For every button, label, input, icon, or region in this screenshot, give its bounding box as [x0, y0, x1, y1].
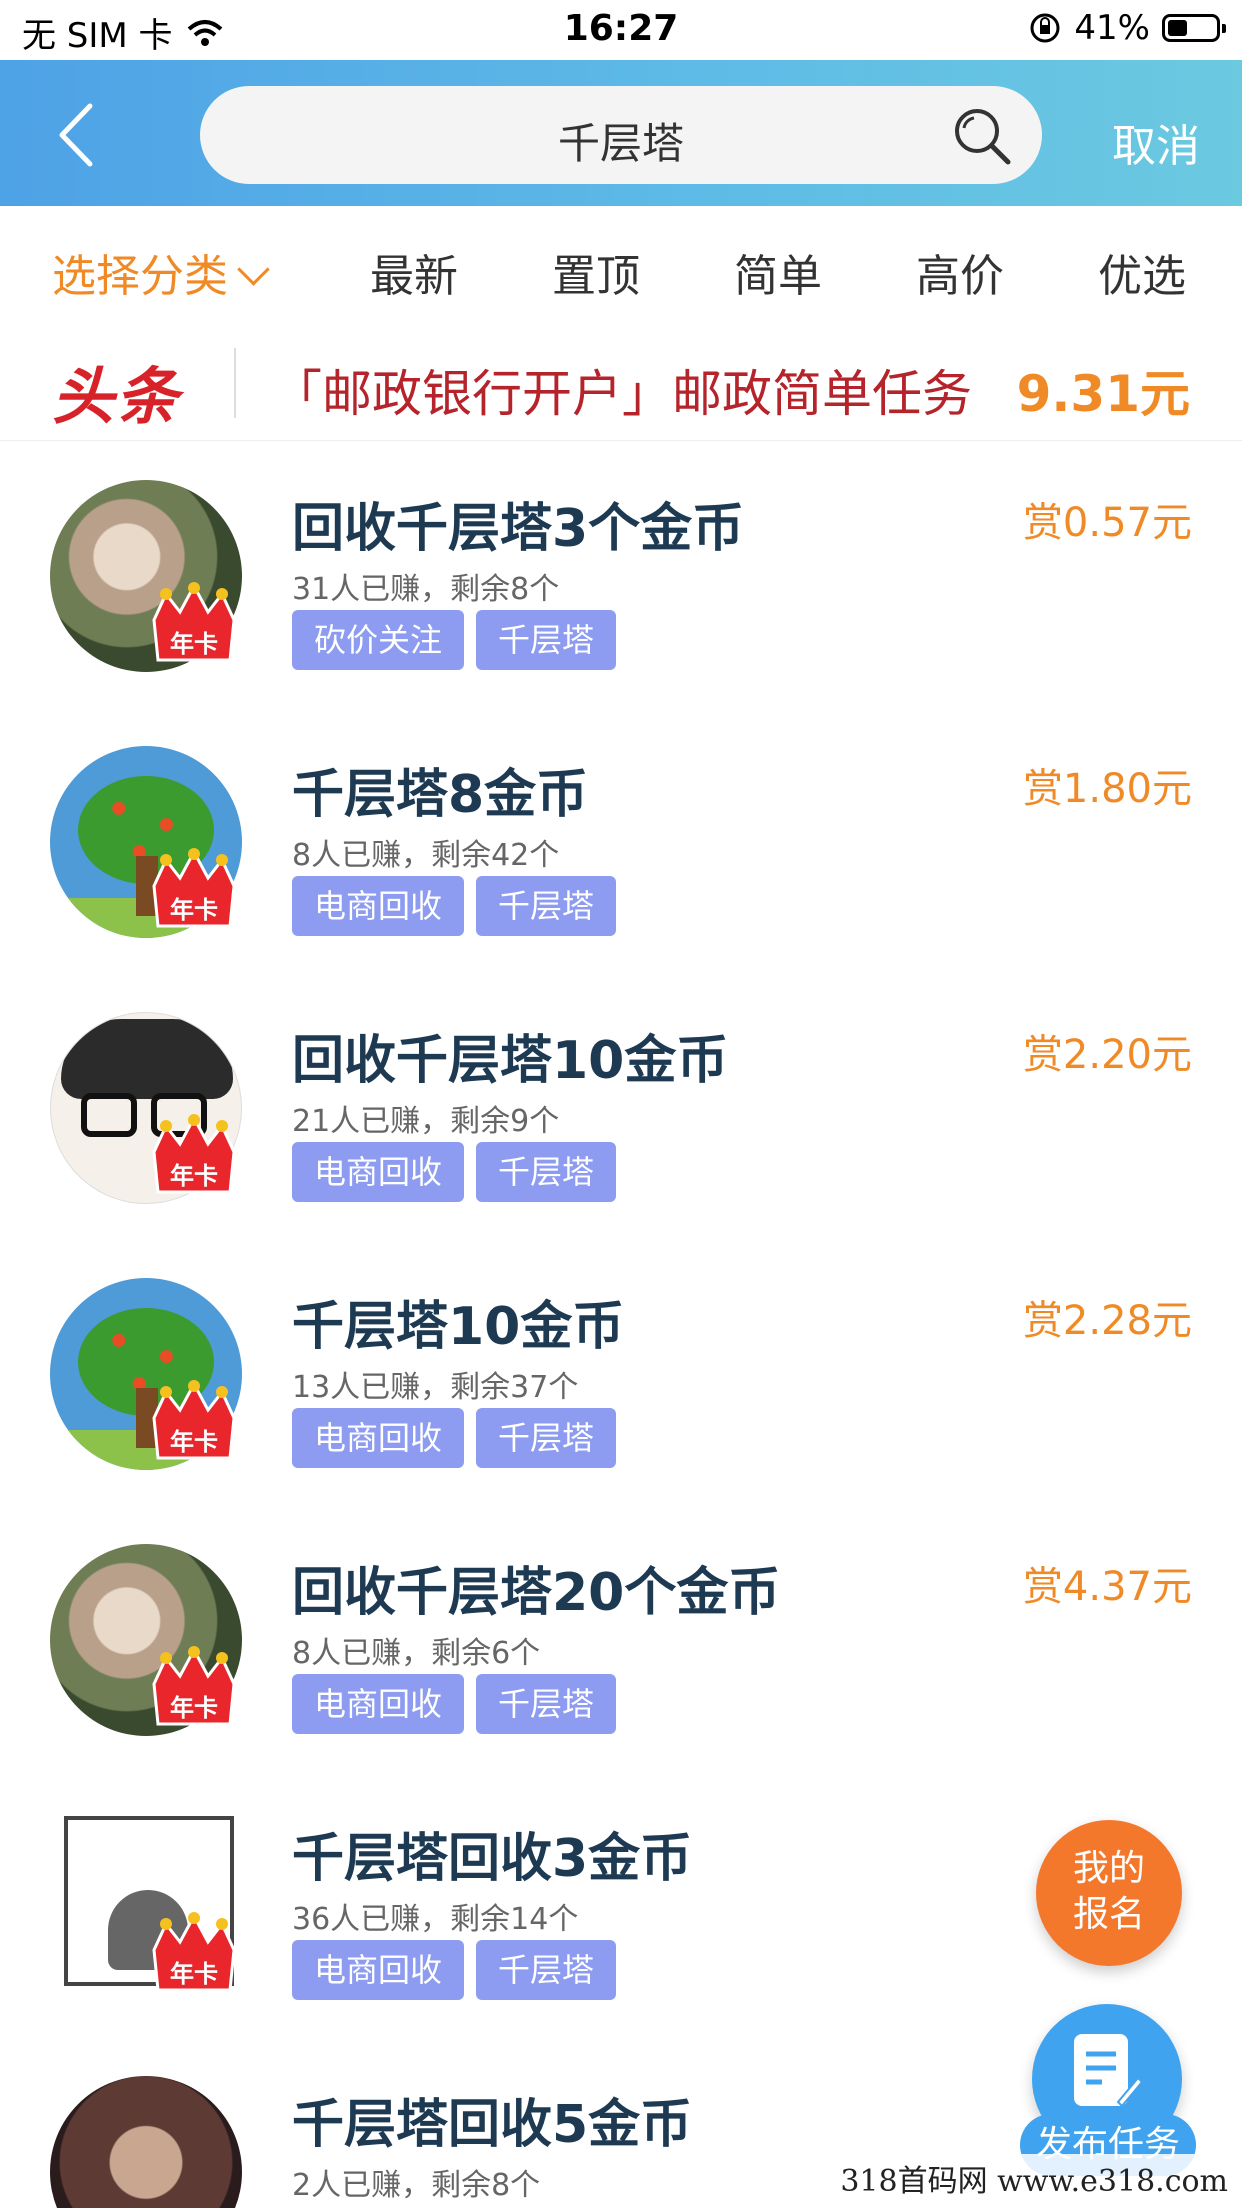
filter-high-price[interactable]: 高价	[916, 240, 1004, 304]
category-dropdown[interactable]: 选择分类	[52, 240, 270, 304]
task-reward: 赏4.37元	[1022, 1564, 1192, 1610]
headline-text: 「邮政银行开户」邮政简单任务	[272, 365, 972, 423]
signup-line1: 我的	[1072, 1848, 1145, 1889]
task-tag[interactable]: 千层塔	[476, 1142, 617, 1202]
search-header: 千层塔 取消	[0, 60, 1242, 206]
filter-pinned[interactable]: 置顶	[552, 240, 640, 304]
task-stats: 36人已赚，剩余14个	[292, 1902, 579, 1937]
task-tag[interactable]: 千层塔	[476, 876, 617, 936]
back-arrow-icon[interactable]	[50, 100, 110, 170]
search-input[interactable]: 千层塔	[200, 86, 1042, 184]
task-tag[interactable]: 砍价关注	[292, 610, 465, 670]
search-query: 千层塔	[557, 119, 684, 168]
task-row[interactable]: 年卡 回收千层塔10金币 21人已赚，剩余9个 电商回收 千层塔 赏2.20元	[0, 972, 1242, 1238]
task-tag[interactable]: 电商回收	[292, 1408, 465, 1468]
annual-card-badge: 年卡	[146, 846, 242, 934]
task-title[interactable]: 千层塔8金币	[292, 752, 588, 827]
task-stats: 21人已赚，剩余9个	[292, 1104, 560, 1139]
task-title[interactable]: 千层塔10金币	[292, 1284, 624, 1359]
task-reward: 赏1.80元	[1022, 766, 1192, 812]
task-tags: 电商回收 千层塔	[292, 1142, 617, 1202]
task-stats: 2人已赚，剩余8个	[292, 2168, 541, 2203]
watermark: 318首码网 www.e318.com	[834, 2154, 1234, 2202]
avatar[interactable]	[50, 2076, 242, 2208]
battery-icon	[1162, 14, 1226, 42]
task-row[interactable]: 年卡 千层塔10金币 13人已赚，剩余37个 电商回收 千层塔 赏2.28元	[0, 1238, 1242, 1504]
document-edit-icon	[1074, 2034, 1144, 2108]
task-stats: 31人已赚，剩余8个	[292, 572, 560, 607]
headline-logo: 头条	[52, 360, 181, 433]
task-reward: 赏0.57元	[1022, 500, 1192, 546]
task-tags: 电商回收 千层塔	[292, 876, 617, 936]
filter-latest[interactable]: 最新	[370, 240, 458, 304]
task-tags: 电商回收 千层塔	[292, 1940, 617, 2000]
task-row[interactable]: 年卡 千层塔8金币 8人已赚，剩余42个 电商回收 千层塔 赏1.80元	[0, 706, 1242, 972]
task-tag[interactable]: 电商回收	[292, 876, 465, 936]
annual-card-badge: 年卡	[146, 1644, 242, 1732]
divider	[234, 348, 236, 418]
task-title[interactable]: 回收千层塔20个金币	[292, 1550, 780, 1625]
task-stats: 13人已赚，剩余37个	[292, 1370, 579, 1405]
task-stats: 8人已赚，剩余6个	[292, 1636, 541, 1671]
task-tags: 电商回收 千层塔	[292, 1408, 617, 1468]
annual-card-badge: 年卡	[146, 580, 242, 668]
annual-card-badge: 年卡	[146, 1910, 242, 1998]
task-row[interactable]: 年卡 回收千层塔20个金币 8人已赚，剩余6个 电商回收 千层塔 赏4.37元	[0, 1504, 1242, 1770]
task-title[interactable]: 千层塔回收5金币	[292, 2082, 692, 2157]
badge-label: 年卡	[170, 630, 218, 658]
task-title[interactable]: 千层塔回收3金币	[292, 1816, 692, 1891]
task-tags: 电商回收 千层塔	[292, 1674, 617, 1734]
badge-label: 年卡	[170, 1960, 218, 1988]
task-title[interactable]: 回收千层塔10金币	[292, 1018, 728, 1093]
badge-label: 年卡	[170, 896, 218, 924]
headline-banner[interactable]: 头条 「邮政银行开户」邮政简单任务 9.31元	[0, 324, 1242, 441]
category-label: 选择分类	[52, 251, 228, 302]
task-reward: 赏2.20元	[1022, 1032, 1192, 1078]
task-row[interactable]: 年卡 回收千层塔3个金币 31人已赚，剩余8个 砍价关注 千层塔 赏0.57元	[0, 440, 1242, 706]
filter-featured[interactable]: 优选	[1098, 240, 1186, 304]
badge-label: 年卡	[170, 1694, 218, 1722]
task-reward: 赏2.28元	[1022, 1298, 1192, 1344]
task-tag[interactable]: 千层塔	[476, 610, 617, 670]
filter-bar: 选择分类 最新 置顶 简单 高价 优选	[0, 206, 1242, 324]
chevron-down-icon	[237, 253, 270, 286]
signup-line2: 报名	[1072, 1894, 1145, 1935]
task-tag[interactable]: 电商回收	[292, 1674, 465, 1734]
task-tag[interactable]: 千层塔	[476, 1940, 617, 2000]
rotation-lock-icon	[1030, 13, 1060, 43]
battery-percent: 41%	[1074, 8, 1150, 48]
task-tag[interactable]: 千层塔	[476, 1408, 617, 1468]
cancel-button[interactable]: 取消	[1112, 110, 1200, 174]
annual-card-badge: 年卡	[146, 1378, 242, 1466]
task-stats: 8人已赚，剩余42个	[292, 838, 560, 873]
my-signups-button[interactable]: 我的 报名	[1036, 1820, 1182, 1966]
task-tags: 砍价关注 千层塔	[292, 610, 617, 670]
status-right: 41%	[1028, 8, 1226, 48]
task-title[interactable]: 回收千层塔3个金币	[292, 486, 744, 561]
headline-amount: 9.31元	[1016, 365, 1190, 423]
status-bar: 无 SIM 卡 16:27 41%	[0, 0, 1242, 60]
task-tag[interactable]: 电商回收	[292, 1142, 465, 1202]
task-tag[interactable]: 电商回收	[292, 1940, 465, 2000]
badge-label: 年卡	[170, 1162, 218, 1190]
annual-card-badge: 年卡	[146, 1112, 242, 1200]
task-tag[interactable]: 千层塔	[476, 1674, 617, 1734]
battery-fill	[1168, 20, 1187, 36]
search-icon[interactable]	[950, 104, 1014, 168]
badge-label: 年卡	[170, 1428, 218, 1456]
filter-simple[interactable]: 简单	[734, 240, 822, 304]
